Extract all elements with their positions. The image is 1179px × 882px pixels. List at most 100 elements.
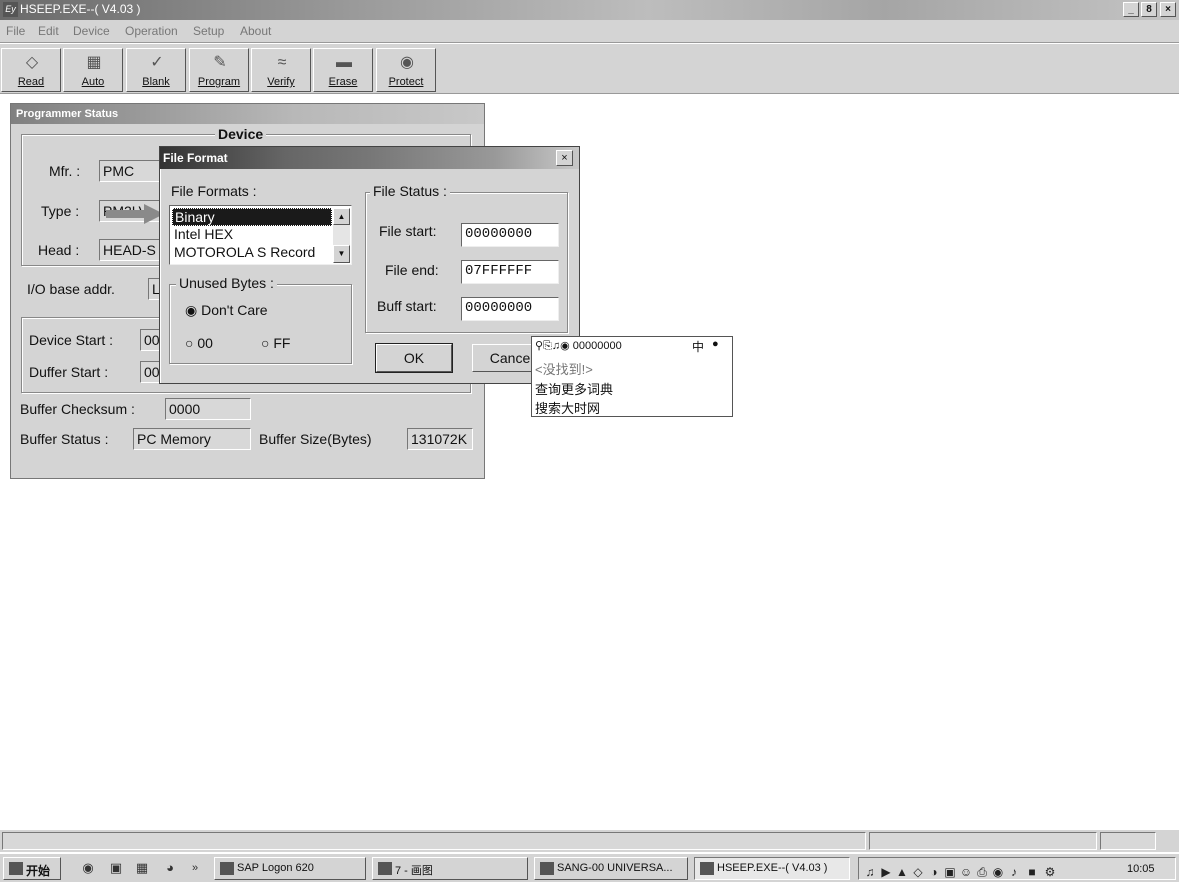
list-item[interactable]: Intel HEX: [172, 226, 332, 244]
close-button[interactable]: ×: [1160, 2, 1176, 17]
protect-button[interactable]: ◉ Protect: [376, 48, 436, 92]
list-item[interactable]: Binary: [172, 208, 332, 226]
menu-operation[interactable]: Operation: [125, 24, 178, 38]
buffer-checksum-value: 0000: [165, 398, 251, 420]
network-icon[interactable]: ▲: [895, 864, 909, 880]
monitor-icon[interactable]: ▣: [943, 864, 957, 880]
file-end-field[interactable]: 07FFFFFF: [461, 260, 559, 284]
buffer-checksum-label: Buffer Checksum :: [20, 401, 135, 417]
task-hseep[interactable]: HSEEP.EXE--( V4.03 ): [694, 857, 850, 880]
read-button[interactable]: ◇ Read: [1, 48, 61, 92]
file-format-dialog: File Format × File Formats : Binary Inte…: [159, 146, 580, 384]
unused-bytes-label: Unused Bytes :: [176, 275, 277, 291]
list-item[interactable]: MOTOROLA S Record: [172, 244, 332, 262]
radio-00[interactable]: ○ 00: [185, 335, 213, 351]
scroll-down-icon[interactable]: ▼: [333, 245, 350, 263]
file-start-field[interactable]: 00000000: [461, 223, 559, 247]
auto-label: Auto: [81, 76, 105, 88]
auto-icon: ▦: [86, 54, 102, 71]
task-label: HSEEP.EXE--( V4.03 ): [717, 862, 828, 874]
ok-button[interactable]: OK: [375, 343, 453, 373]
speaker-icon[interactable]: ♪: [1007, 864, 1021, 880]
blank-button[interactable]: ✓ Blank: [126, 48, 186, 92]
search-link[interactable]: 搜索大时网: [535, 398, 600, 417]
start-label: 开始: [26, 864, 51, 878]
file-status-label: File Status :: [370, 183, 450, 199]
window-icon: [540, 862, 554, 875]
read-label: Read: [17, 76, 45, 88]
file-end-label: File end:: [385, 262, 439, 278]
menu-edit[interactable]: Edit: [38, 24, 59, 38]
user-icon[interactable]: ☺: [959, 864, 973, 880]
buff-start-field[interactable]: 00000000: [461, 297, 559, 321]
ie-icon[interactable]: ◉: [80, 860, 96, 876]
erase-button[interactable]: ▬ Erase: [313, 48, 373, 92]
system-tray: ♫ ▶ ▲ ◇ ◑ ▣ ☺ ⎙ ◉ ♪ ■ ⚙ 10:05: [858, 857, 1176, 880]
sap-icon: [220, 862, 234, 875]
buffer-status-value: PC Memory: [133, 428, 251, 450]
v-icon[interactable]: ◇: [911, 864, 925, 880]
restore-button[interactable]: 8: [1141, 2, 1157, 17]
arrow-icon: [106, 204, 164, 224]
protect-label: Protect: [388, 76, 424, 88]
file-formats-list[interactable]: Binary Intel HEX MOTOROLA S Record ▲ ▼: [169, 205, 352, 265]
task-label: SAP Logon 620: [237, 862, 314, 874]
task-sap-logon[interactable]: SAP Logon 620: [214, 857, 366, 880]
task-paint[interactable]: 7 - 画图: [372, 857, 528, 880]
radio-ff-label: FF: [273, 335, 291, 351]
radio-ff[interactable]: ○ FF: [261, 335, 290, 351]
task-sang[interactable]: SANG-00 UNIVERSA...: [534, 857, 688, 880]
more-dictionary-link[interactable]: 查询更多词典: [535, 379, 613, 398]
erase-icon: ▬: [336, 54, 352, 71]
menu-setup[interactable]: Setup: [193, 24, 224, 38]
media-icon[interactable]: ◕: [162, 860, 178, 876]
speaker-icon[interactable]: ♫: [552, 340, 560, 352]
close-icon[interactable]: ×: [556, 150, 573, 166]
scroll-up-icon[interactable]: ▲: [333, 208, 350, 225]
file-start-label: File start:: [379, 223, 437, 239]
program-button[interactable]: ✎ Program: [189, 48, 249, 92]
radio-icon: ○: [261, 335, 270, 351]
popup-toolbar: ⚲⎘♫◉ 00000000: [535, 339, 622, 353]
scrollbar-track[interactable]: [333, 225, 350, 245]
buffer-status-label: Buffer Status :: [20, 431, 109, 447]
more-icon[interactable]: »: [187, 860, 203, 876]
not-found-text: <没找到!>: [535, 362, 593, 377]
auto-button[interactable]: ▦ Auto: [63, 48, 123, 92]
desktop-icon[interactable]: ▣: [108, 860, 124, 876]
clock[interactable]: 10:05: [1127, 863, 1155, 875]
task-label: 7 - 画图: [395, 865, 433, 877]
blank-icon: ✓: [150, 54, 164, 71]
menu-device[interactable]: Device: [73, 24, 110, 38]
settings-icon[interactable]: ⚙: [1043, 864, 1057, 880]
type-label: Type :: [41, 203, 80, 219]
pin-icon[interactable]: ●: [712, 338, 719, 350]
radio-dont-care[interactable]: ◉ Don't Care: [185, 302, 268, 319]
program-icon: ✎: [213, 54, 227, 71]
device-start-label: Device Start :: [29, 332, 114, 348]
start-button[interactable]: 开始: [3, 857, 61, 880]
menu-about[interactable]: About: [240, 24, 271, 38]
windows-icon: [9, 862, 23, 875]
menu-file[interactable]: File: [6, 24, 25, 38]
popup-mode[interactable]: 中: [692, 338, 704, 355]
outlook-icon[interactable]: ▦: [134, 860, 150, 876]
shield-icon[interactable]: ◑: [927, 864, 941, 880]
play-icon[interactable]: ▶: [879, 864, 893, 880]
search-icon[interactable]: ⚲: [535, 340, 543, 352]
verify-button[interactable]: ≈ Verify: [251, 48, 311, 92]
toolbar: ◇ Read ▦ Auto ✓ Blank ✎ Program ≈ Verify…: [0, 44, 1179, 94]
copy-icon[interactable]: ⎘: [543, 340, 552, 352]
minimize-button[interactable]: _: [1123, 2, 1139, 17]
volume-icon[interactable]: ♫: [863, 864, 877, 880]
globe-icon[interactable]: ◉: [560, 340, 570, 352]
printer-icon[interactable]: ⎙: [975, 864, 989, 880]
antivirus-icon[interactable]: ◉: [991, 864, 1005, 880]
buffer-start-label: Duffer Start :: [29, 364, 109, 380]
program-label: Program: [197, 76, 241, 88]
input-method-icon[interactable]: ■: [1025, 864, 1039, 880]
file-formats-label: File Formats :: [171, 183, 257, 199]
unused-bytes-group: [169, 284, 352, 364]
erase-label: Erase: [328, 76, 358, 88]
blank-label: Blank: [142, 76, 170, 88]
